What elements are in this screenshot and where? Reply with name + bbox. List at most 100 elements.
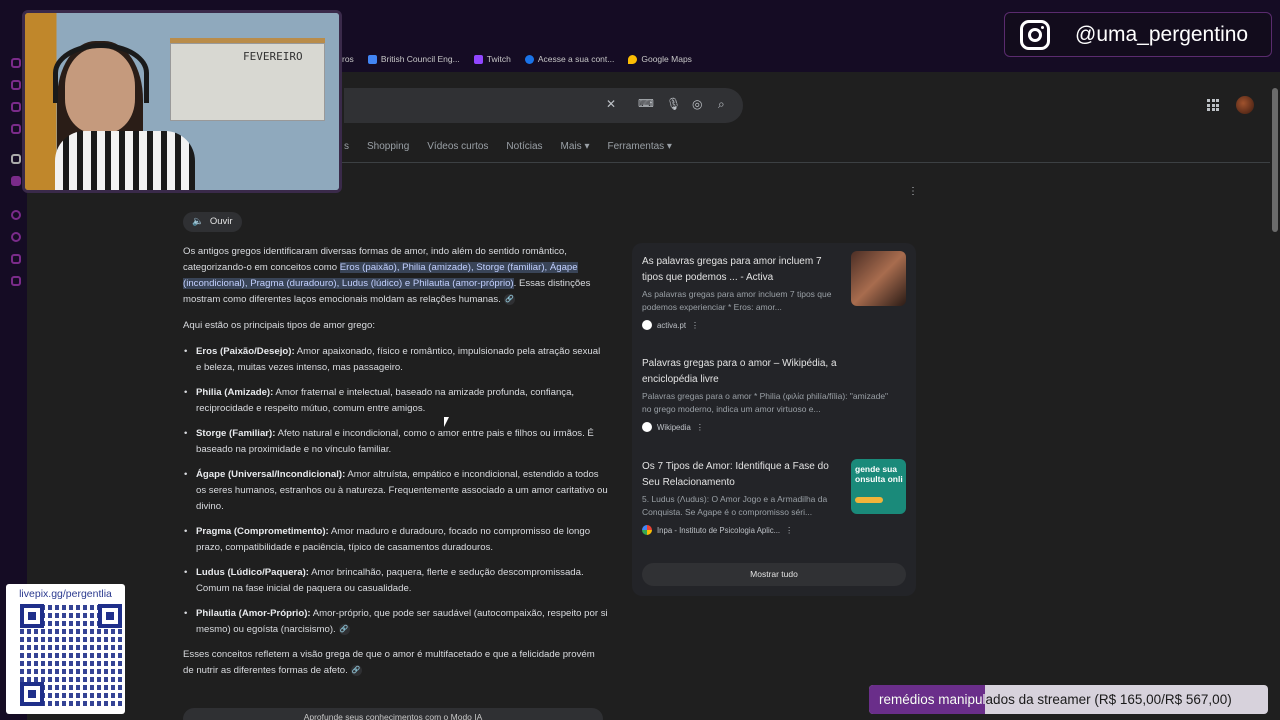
mouse-cursor: [444, 417, 449, 427]
source-thumbnail[interactable]: gende sua onsulta onli: [851, 459, 906, 514]
conclusion-paragraph: Esses conceitos refletem a visão grega d…: [183, 647, 608, 679]
source-site: activa.pt ⋮: [642, 320, 907, 330]
type-name: Eros (Paixão/Desejo):: [196, 346, 295, 357]
google-apps-icon[interactable]: [1207, 99, 1219, 111]
source-title[interactable]: As palavras gregas para amor incluem 7 t…: [642, 254, 842, 286]
bookmarks-bar: ros British Council Eng... Twitch Acesse…: [342, 50, 692, 68]
webcam-overlay: FEVEREIRO: [22, 10, 342, 193]
site-name: activa.pt: [657, 320, 687, 330]
tab-all[interactable]: s: [344, 141, 349, 152]
overview-menu-icon[interactable]: ⋮: [908, 186, 918, 197]
avatar[interactable]: [1236, 96, 1254, 114]
donation-qr-panel: livepix.gg/pergentlia: [6, 584, 125, 714]
list-item: Ágape (Universal/Incondicional): Amor al…: [183, 467, 608, 515]
source-title[interactable]: Os 7 Tipos de Amor: Identifique a Fase d…: [642, 459, 842, 491]
search-icon[interactable]: ⌕: [718, 97, 725, 112]
twitch-icon: [473, 54, 483, 64]
conclusion-text: Esses conceitos refletem a visão grega d…: [183, 649, 595, 676]
ai-mode-button[interactable]: Aprofunde seus conhecimentos com o Modo …: [183, 708, 603, 720]
source-title[interactable]: Palavras gregas para o amor – Wikipédia,…: [642, 356, 862, 388]
bookmark-label: Acesse a sua cont...: [537, 54, 615, 64]
type-name: Ludus (Lúdico/Paquera):: [196, 567, 309, 578]
type-name: Pragma (Comprometimento):: [196, 526, 329, 537]
rail-cube-icon[interactable]: [11, 254, 21, 264]
microphone-icon[interactable]: 🎙: [666, 97, 681, 111]
type-name: Storge (Familiar):: [196, 428, 276, 439]
source-snippet: Palavras gregas para o amor * Philia (φι…: [642, 391, 889, 414]
bookmark-twitch[interactable]: Twitch: [473, 54, 511, 64]
bookmark-british-council[interactable]: British Council Eng...: [367, 54, 460, 64]
bookmark-google-maps[interactable]: Google Maps: [628, 54, 692, 64]
qr-corner: [20, 604, 44, 628]
source-thumbnail[interactable]: [851, 251, 906, 306]
link-icon[interactable]: 🔗: [338, 623, 350, 635]
tab-more[interactable]: Mais ▾: [561, 141, 590, 152]
list-item: Ludus (Lúdico/Paquera): Amor brincalhão,…: [183, 565, 608, 597]
donation-link: livepix.gg/pergentlia: [19, 588, 112, 600]
goal-fill-clip: remédios manipulados da streamer (R$ 165…: [869, 685, 985, 714]
source-site: Wikipedia ⋮: [642, 422, 907, 432]
tab-shopping[interactable]: Shopping: [367, 141, 409, 152]
bookmark-label: Google Maps: [641, 54, 692, 64]
goal-text-overlay: remédios manipulados da streamer (R$ 165…: [879, 692, 986, 707]
list-item: Philautia (Amor-Próprio): Amor-próprio, …: [183, 606, 608, 638]
lens-icon[interactable]: ◎: [692, 97, 702, 111]
whiteboard-text: FEVEREIRO: [243, 50, 303, 63]
wikipedia-icon: [642, 422, 652, 432]
tab-short-videos[interactable]: Vídeos curtos: [427, 141, 488, 152]
list-intro: Aqui estão os principais tipos de amor g…: [183, 320, 375, 331]
site-name: Wikipedia: [657, 422, 691, 432]
listen-button[interactable]: 🔈 Ouvir: [183, 212, 242, 232]
activa-icon: [642, 320, 652, 330]
type-name: Ágape (Universal/Incondicional):: [196, 469, 346, 480]
sources-panel: As palavras gregas para amor incluem 7 t…: [632, 243, 916, 596]
source-card[interactable]: Palavras gregas para o amor – Wikipédia,…: [642, 356, 907, 432]
site-name: Inpa - Instituto de Psicologia Aplic...: [657, 525, 781, 535]
list-item: Storge (Familiar): Afeto natural e incon…: [183, 426, 608, 458]
more-options-icon[interactable]: ⋮: [696, 423, 704, 432]
rail-bookmark-icon[interactable]: [11, 124, 21, 134]
rail-clock-icon[interactable]: [11, 232, 21, 242]
rail-circle-icon[interactable]: [11, 210, 21, 220]
source-site: Inpa - Instituto de Psicologia Aplic... ⋮: [642, 525, 907, 535]
rail-twitch-icon[interactable]: [11, 176, 21, 186]
instagram-handle: @uma_pergentino: [1075, 22, 1249, 46]
scrollbar-thumb[interactable]: [1272, 88, 1278, 232]
list-item: Philia (Amizade): Amor fraternal e intel…: [183, 385, 608, 417]
show-all-button[interactable]: Mostrar tudo: [642, 563, 906, 586]
list-item: Pragma (Comprometimento): Amor maduro e …: [183, 524, 608, 556]
source-snippet: 5. Ludus (Λudus): O Amor Jogo e a Armadi…: [642, 494, 828, 517]
link-icon[interactable]: 🔗: [503, 293, 515, 305]
inpa-icon: [642, 525, 652, 535]
type-name: Philia (Amizade):: [196, 387, 274, 398]
rail-gear-icon[interactable]: [11, 276, 21, 286]
speaker-icon: 🔈: [192, 216, 204, 227]
rail-settings-icon[interactable]: [11, 154, 21, 164]
more-options-icon[interactable]: ⋮: [691, 321, 699, 330]
bookmark-acesse[interactable]: Acesse a sua cont...: [524, 54, 615, 64]
intro-paragraph: Os antigos gregos identificaram diversas…: [183, 244, 608, 308]
british-council-icon: [367, 54, 377, 64]
map-pin-icon: [628, 54, 638, 64]
streamer-shirt: [55, 131, 195, 190]
tab-tools[interactable]: Ferramentas ▾: [607, 141, 671, 152]
tab-news[interactable]: Notícias: [506, 141, 542, 152]
ai-overview: 🔈 Ouvir Os antigos gregos identificaram …: [183, 212, 608, 679]
qr-corner: [20, 682, 44, 706]
more-options-icon[interactable]: ⋮: [785, 526, 793, 535]
bookmark-item[interactable]: ros: [342, 54, 354, 64]
type-name: Philautia (Amor-Próprio):: [196, 608, 311, 619]
clear-search-icon[interactable]: ✕: [606, 97, 616, 111]
thumbnail-text: gende sua onsulta onli: [855, 464, 903, 484]
donation-goal-bar: remédios manipulados da streamer (R$ 165…: [869, 685, 1268, 714]
bookmark-label: ros: [342, 54, 354, 64]
rail-apps-icon[interactable]: [11, 80, 21, 90]
instagram-icon: [1020, 19, 1050, 50]
rail-history-icon[interactable]: [11, 102, 21, 112]
link-icon[interactable]: 🔗: [350, 664, 362, 676]
keyboard-icon[interactable]: ⌨: [638, 97, 654, 110]
love-types-list: Eros (Paixão/Desejo): Amor apaixonado, f…: [183, 344, 608, 638]
list-item: Eros (Paixão/Desejo): Amor apaixonado, f…: [183, 344, 608, 376]
rail-home-icon[interactable]: [11, 58, 21, 68]
search-input[interactable]: [344, 88, 743, 123]
